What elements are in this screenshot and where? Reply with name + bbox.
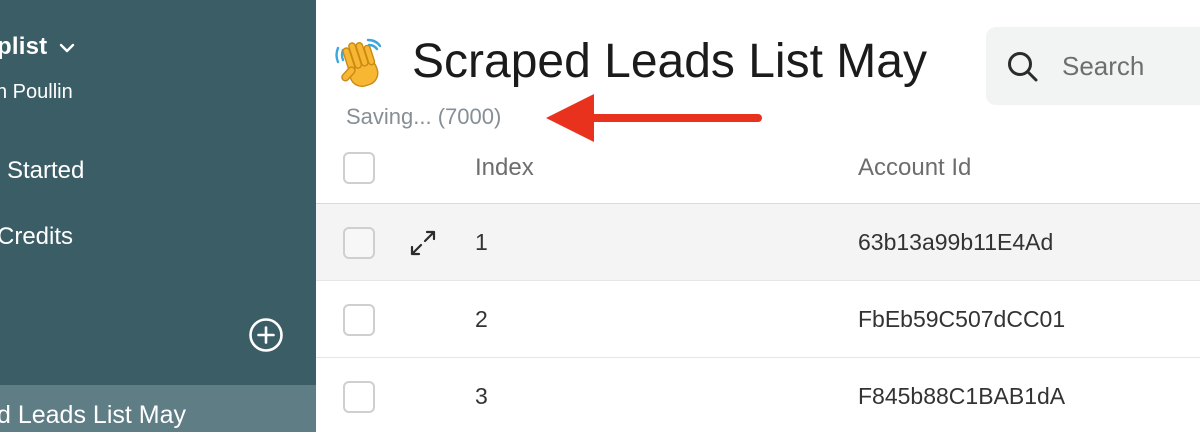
saving-status: Saving... (7000): [346, 104, 502, 129]
sidebar: plist n Poullin Started Credits d Leads …: [0, 0, 316, 432]
expand-icon[interactable]: [408, 228, 438, 258]
column-header-index[interactable]: Index: [475, 154, 534, 182]
search-box[interactable]: [986, 27, 1200, 105]
leads-table: Index Account Id 1 63b13a99b11E4Ad 2 FbE…: [316, 132, 1200, 432]
sidebar-selected-label: d Leads List May: [0, 401, 186, 429]
table-row[interactable]: 2 FbEb59C507dCC01: [316, 281, 1200, 358]
row-checkbox[interactable]: [343, 304, 375, 336]
page-title[interactable]: Scraped Leads List May: [412, 34, 972, 96]
cell-index: 1: [475, 229, 488, 255]
sidebar-item-credits[interactable]: Credits: [0, 223, 73, 251]
waving-hand-icon[interactable]: [332, 36, 388, 92]
select-all-checkbox[interactable]: [343, 152, 375, 184]
search-input[interactable]: [1062, 47, 1200, 85]
add-list-button[interactable]: [248, 317, 284, 353]
cell-account-id: FbEb59C507dCC01: [858, 306, 1066, 332]
workspace-user: n Poullin: [0, 81, 73, 103]
cell-account-id: F845b88C1BAB1dA: [858, 383, 1066, 409]
row-checkbox[interactable]: [343, 227, 375, 259]
workspace-name: plist: [0, 33, 48, 60]
cell-index: 2: [475, 306, 488, 332]
table-row[interactable]: 1 63b13a99b11E4Ad: [316, 204, 1200, 281]
sidebar-item-selected-list[interactable]: d Leads List May: [0, 385, 316, 432]
cell-index: 3: [475, 383, 488, 409]
plus-circle-icon: [249, 318, 283, 352]
cell-account-id: 63b13a99b11E4Ad: [858, 229, 1054, 255]
chevron-down-icon: [59, 42, 75, 54]
table-header: Index Account Id: [316, 132, 1200, 204]
workspace-switcher[interactable]: plist: [0, 33, 75, 61]
main-content: Scraped Leads List May Saving... (7000) …: [316, 0, 1200, 432]
table-row[interactable]: 3 F845b88C1BAB1dA: [316, 358, 1200, 432]
row-checkbox[interactable]: [343, 381, 375, 413]
column-header-account-id[interactable]: Account Id: [858, 154, 971, 182]
sidebar-item-getting-started[interactable]: Started: [7, 157, 84, 185]
search-icon: [1008, 52, 1038, 82]
